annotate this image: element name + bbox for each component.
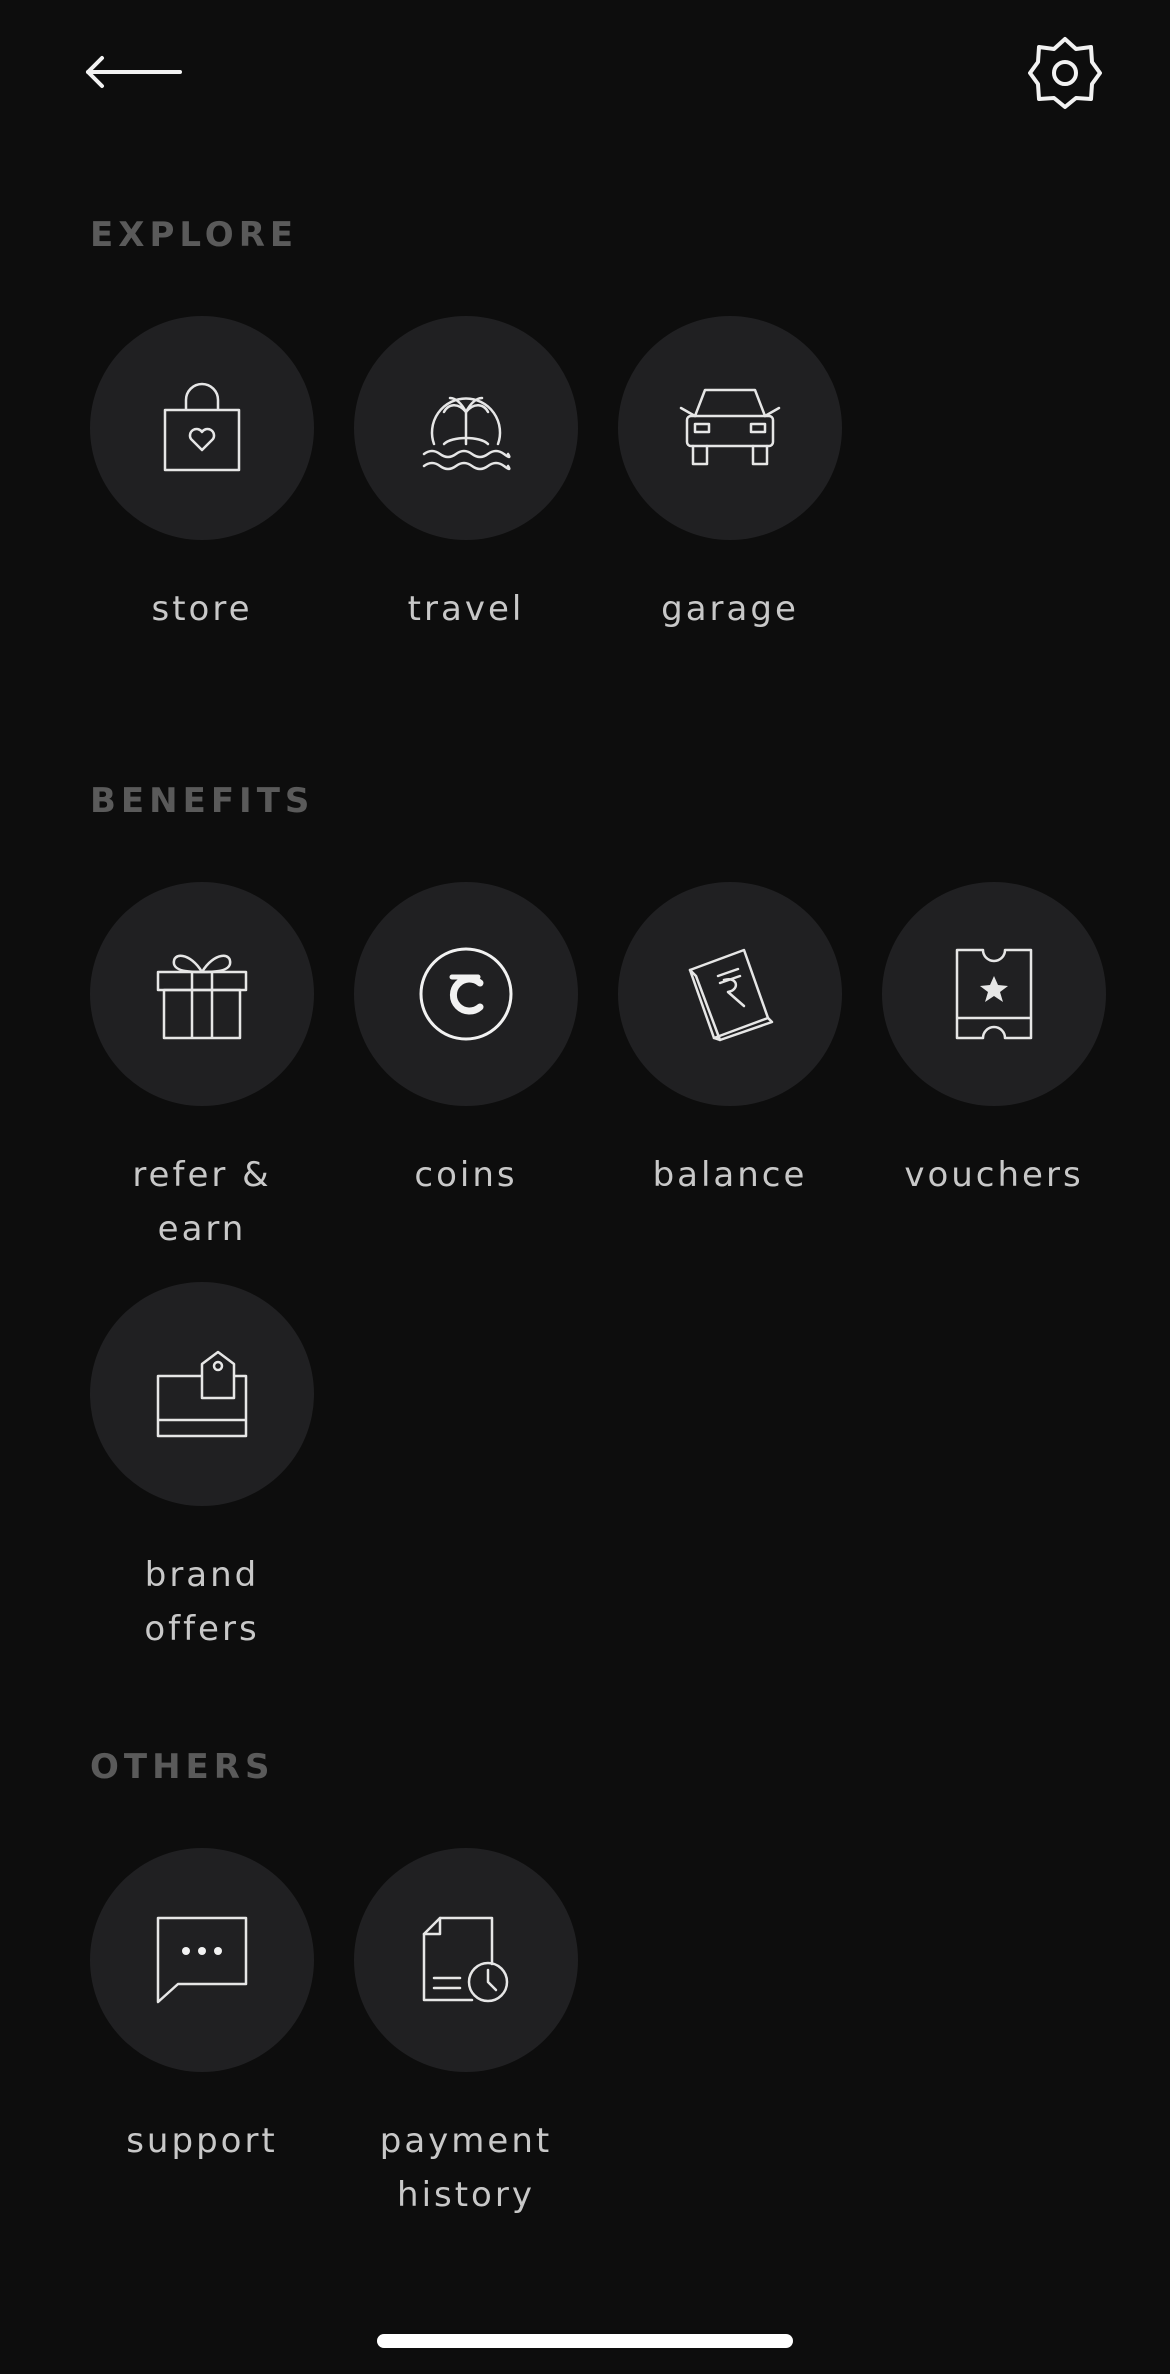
- refer-earn-label-line2: earn: [157, 1209, 247, 1249]
- support-button[interactable]: support: [70, 1848, 334, 2168]
- travel-button[interactable]: travel: [334, 316, 598, 636]
- refer-earn-label-line1: refer &: [132, 1155, 272, 1195]
- store-icon-circle: [90, 316, 314, 540]
- refer-earn-button[interactable]: refer & earn: [70, 882, 334, 1256]
- garage-button[interactable]: garage: [598, 316, 862, 636]
- price-tag-offer-icon: [156, 1350, 248, 1438]
- rupee-wallet-icon: [688, 948, 774, 1042]
- travel-icon-circle: [354, 316, 578, 540]
- brand-offers-label-line1: brand: [144, 1555, 260, 1595]
- vouchers-label: vouchers: [904, 1155, 1084, 1195]
- payment-history-label-line1: payment: [379, 2121, 553, 2161]
- brand-offers-label: brand offers: [70, 1548, 334, 1656]
- coin-icon: [419, 947, 513, 1041]
- voucher-star-icon: [955, 948, 1033, 1040]
- refer-earn-label: refer & earn: [70, 1148, 334, 1256]
- car-icon: [679, 388, 781, 466]
- balance-button[interactable]: balance: [598, 882, 862, 1202]
- settings-button[interactable]: [1026, 34, 1104, 112]
- coins-label: coins: [414, 1155, 518, 1195]
- garage-label: garage: [661, 589, 799, 629]
- section-title-benefits: BENEFITS: [90, 781, 315, 821]
- receipt-clock-icon: [422, 1916, 509, 2003]
- section-title-others: OTHERS: [90, 1747, 275, 1787]
- brand-offers-label-line2: offers: [144, 1609, 260, 1649]
- support-label: support: [126, 2121, 278, 2161]
- coins-icon-circle: [354, 882, 578, 1106]
- payment-history-label-line2: history: [397, 2175, 535, 2215]
- coins-button[interactable]: coins: [334, 882, 598, 1202]
- travel-label: travel: [407, 589, 525, 629]
- gear-icon: [1028, 37, 1102, 109]
- vouchers-icon-circle: [882, 882, 1106, 1106]
- store-button[interactable]: store: [70, 316, 334, 636]
- vouchers-button[interactable]: vouchers: [862, 882, 1126, 1202]
- palm-island-icon: [422, 396, 511, 471]
- shopping-bag-heart-icon: [163, 382, 241, 472]
- payment-history-button[interactable]: payment history: [334, 1848, 598, 2222]
- chat-bubble-icon: [156, 1916, 248, 2004]
- refer-earn-icon-circle: [90, 882, 314, 1106]
- brand-offers-icon-circle: [90, 1282, 314, 1506]
- payment-history-label: payment history: [334, 2114, 598, 2222]
- payment-history-icon-circle: [354, 1848, 578, 2072]
- home-indicator[interactable]: [377, 2334, 793, 2348]
- balance-label: balance: [652, 1155, 808, 1195]
- garage-icon-circle: [618, 316, 842, 540]
- gift-icon: [156, 954, 248, 1040]
- arrow-left-icon: [86, 56, 182, 88]
- store-label: store: [151, 589, 253, 629]
- section-title-explore: EXPLORE: [90, 215, 299, 255]
- brand-offers-button[interactable]: brand offers: [70, 1282, 334, 1656]
- support-icon-circle: [90, 1848, 314, 2072]
- balance-icon-circle: [618, 882, 842, 1106]
- back-button[interactable]: [84, 44, 194, 100]
